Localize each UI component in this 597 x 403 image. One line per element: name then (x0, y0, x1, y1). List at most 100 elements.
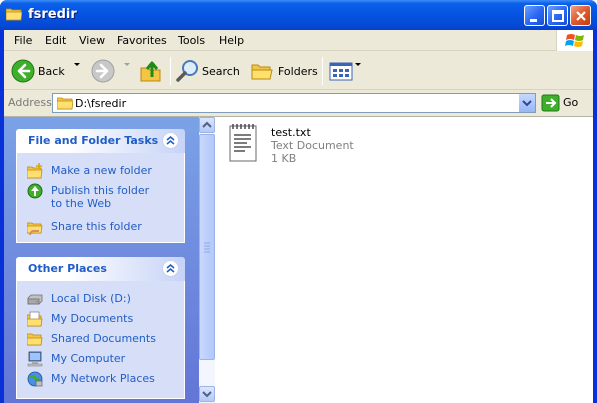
back-dropdown-icon[interactable] (74, 63, 80, 66)
address-bar: Address D:\fsredir Go (4, 91, 593, 115)
file-item[interactable]: test.txt Text Document 1 KB (227, 123, 387, 169)
scroll-down-button[interactable] (199, 386, 215, 402)
shared-documents-icon (27, 333, 43, 346)
double-chevron-up-icon (166, 135, 175, 145)
menu-view[interactable]: View (79, 34, 105, 47)
menu-favorites[interactable]: Favorites (117, 34, 167, 47)
window-title: fsredir (28, 7, 77, 22)
explorer-window: fsredir File Edit View Favorites Tools H… (0, 0, 597, 403)
folder-icon (5, 7, 23, 21)
task-label: Publish this folder to the Web (51, 184, 150, 210)
task-label: Local Disk (D:) (51, 292, 131, 305)
task-label: Shared Documents (51, 332, 156, 345)
group-header[interactable]: Other Places (16, 257, 185, 281)
folders-label: Folders (278, 65, 318, 78)
task-share-folder[interactable]: Share this folder (27, 219, 177, 237)
go-arrow-icon (541, 94, 560, 112)
task-label: Share this folder (51, 220, 142, 233)
double-chevron-up-icon (166, 263, 175, 273)
task-publish-web[interactable]: Publish this folder to the Web (27, 183, 177, 213)
folders-button[interactable]: Folders (250, 58, 318, 84)
toolbar-separator (170, 57, 171, 85)
scroll-thumb[interactable] (199, 134, 215, 360)
file-type: Text Document (271, 139, 354, 152)
back-button[interactable]: Back (10, 58, 86, 84)
address-value: D:\fsredir (75, 97, 127, 110)
folders-icon (251, 64, 273, 80)
my-computer-icon (27, 351, 43, 367)
windows-logo-icon (556, 30, 593, 51)
file-name: test.txt (271, 126, 311, 139)
views-dropdown-icon[interactable] (355, 63, 361, 66)
group-title: File and Folder Tasks (28, 134, 159, 147)
forward-button[interactable] (90, 58, 116, 84)
task-label: My Network Places (51, 372, 155, 385)
forward-dropdown-icon[interactable] (124, 63, 130, 66)
task-pane: File and Folder Tasks Make a new folder … (4, 117, 199, 403)
up-folder-icon (140, 61, 161, 82)
chevron-down-icon (522, 100, 532, 107)
group-title: Other Places (28, 262, 107, 275)
file-list: test.txt Text Document 1 KB (215, 117, 593, 403)
grip-icon (204, 242, 210, 253)
views-icon (329, 62, 353, 81)
back-arrow-icon (11, 59, 35, 83)
go-button[interactable]: Go (541, 94, 591, 112)
task-label: Make a new folder (51, 164, 152, 177)
scroll-up-button[interactable] (199, 117, 215, 133)
toolbar: Back Search Folders (4, 52, 593, 90)
maximize-button[interactable] (547, 5, 568, 26)
menu-edit[interactable]: Edit (45, 34, 66, 47)
group-header[interactable]: File and Folder Tasks (16, 129, 185, 153)
file-folder-tasks-group: File and Folder Tasks Make a new folder … (16, 129, 185, 243)
forward-arrow-icon (91, 59, 115, 83)
task-make-new-folder[interactable]: Make a new folder (27, 163, 177, 181)
folder-icon (57, 97, 73, 110)
views-button[interactable] (328, 58, 364, 84)
toolbar-separator (322, 57, 323, 85)
place-network-places[interactable]: My Network Places (27, 371, 177, 389)
close-icon (576, 11, 586, 21)
menu-bar: File Edit View Favorites Tools Help (4, 30, 593, 51)
address-dropdown-button[interactable] (518, 94, 535, 112)
menu-file[interactable]: File (14, 34, 32, 47)
share-folder-icon (27, 222, 43, 235)
group-body: Make a new folder Publish this folder to… (16, 153, 185, 243)
place-my-computer[interactable]: My Computer (27, 351, 177, 369)
menu-help[interactable]: Help (219, 34, 244, 47)
address-label: Address (8, 96, 52, 109)
place-my-documents[interactable]: My Documents (27, 311, 177, 329)
collapse-button[interactable] (162, 132, 179, 149)
chevron-up-icon (202, 121, 212, 128)
search-icon (176, 60, 198, 82)
place-shared-documents[interactable]: Shared Documents (27, 331, 177, 349)
minimize-button[interactable] (524, 5, 545, 26)
group-body: Local Disk (D:) My Documents Shared Docu… (16, 281, 185, 399)
collapse-button[interactable] (162, 260, 179, 277)
place-local-disk[interactable]: Local Disk (D:) (27, 291, 177, 309)
window-client: File Edit View Favorites Tools Help Back… (4, 30, 593, 403)
menu-tools[interactable]: Tools (178, 34, 205, 47)
go-label: Go (563, 96, 579, 109)
title-bar[interactable]: fsredir (0, 0, 597, 30)
task-label: My Computer (51, 352, 126, 365)
local-disk-icon (27, 294, 43, 305)
back-label: Back (38, 65, 65, 78)
task-pane-scrollbar[interactable] (199, 117, 215, 403)
search-label: Search (202, 65, 240, 78)
file-size: 1 KB (271, 152, 297, 165)
network-places-icon (27, 371, 43, 387)
other-places-group: Other Places Local Disk (D:) My Document… (16, 257, 185, 399)
publish-web-icon (27, 183, 43, 199)
address-input[interactable]: D:\fsredir (52, 93, 536, 113)
text-document-icon (229, 124, 257, 162)
search-button[interactable]: Search (176, 58, 242, 84)
up-folder-button[interactable] (138, 58, 164, 84)
close-button[interactable] (570, 5, 591, 26)
main-area: File and Folder Tasks Make a new folder … (4, 116, 593, 403)
new-folder-icon (27, 163, 43, 179)
chevron-down-icon (202, 391, 212, 398)
minimize-icon (530, 19, 537, 22)
task-label: My Documents (51, 312, 134, 325)
my-documents-icon (27, 311, 43, 327)
